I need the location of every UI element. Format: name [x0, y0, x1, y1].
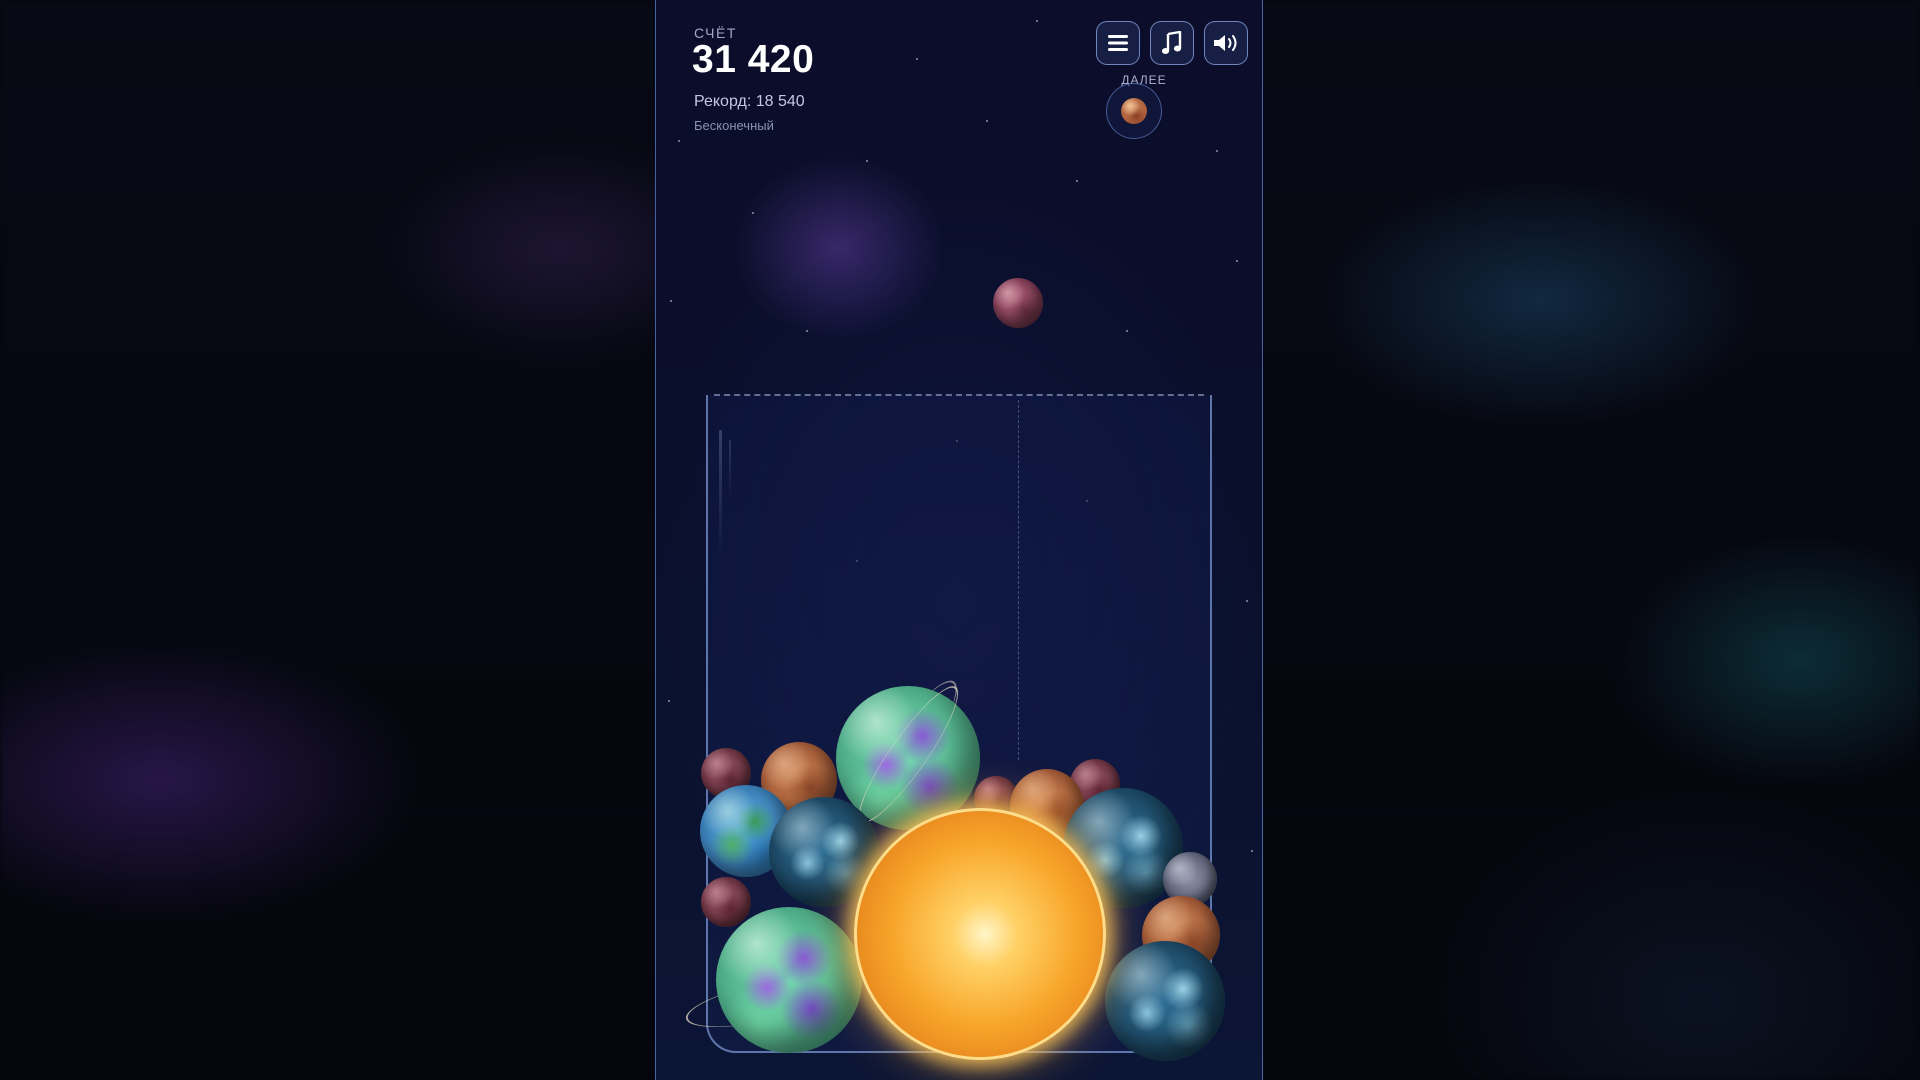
speaker-icon — [1214, 35, 1237, 51]
planet-sun — [854, 808, 1106, 1060]
planet-ice-giant — [1105, 941, 1225, 1061]
planet-violet-ringed — [716, 907, 862, 1053]
menu-icon — [1108, 35, 1128, 51]
drop-guide-line — [1018, 400, 1019, 760]
overflow-limit-line — [714, 394, 1204, 396]
music-toggle-button[interactable] — [1150, 21, 1194, 65]
sound-toggle-button[interactable] — [1204, 21, 1248, 65]
music-note-icon — [1161, 31, 1182, 54]
menu-button[interactable] — [1096, 21, 1140, 65]
game-panel: СЧЁТ 31 420 Рекорд: 18 540 Бесконечный Д… — [655, 0, 1263, 1080]
dropping-planet[interactable] — [993, 278, 1043, 328]
game-mode-text: Бесконечный — [694, 118, 774, 133]
glass-highlight — [719, 430, 722, 560]
next-planet — [1121, 98, 1147, 124]
next-planet-slot — [1106, 83, 1162, 139]
glass-highlight — [729, 440, 731, 500]
record-text: Рекорд: 18 540 — [694, 93, 805, 110]
planet-small-rose — [701, 877, 751, 927]
score-value: 31 420 — [692, 38, 815, 81]
